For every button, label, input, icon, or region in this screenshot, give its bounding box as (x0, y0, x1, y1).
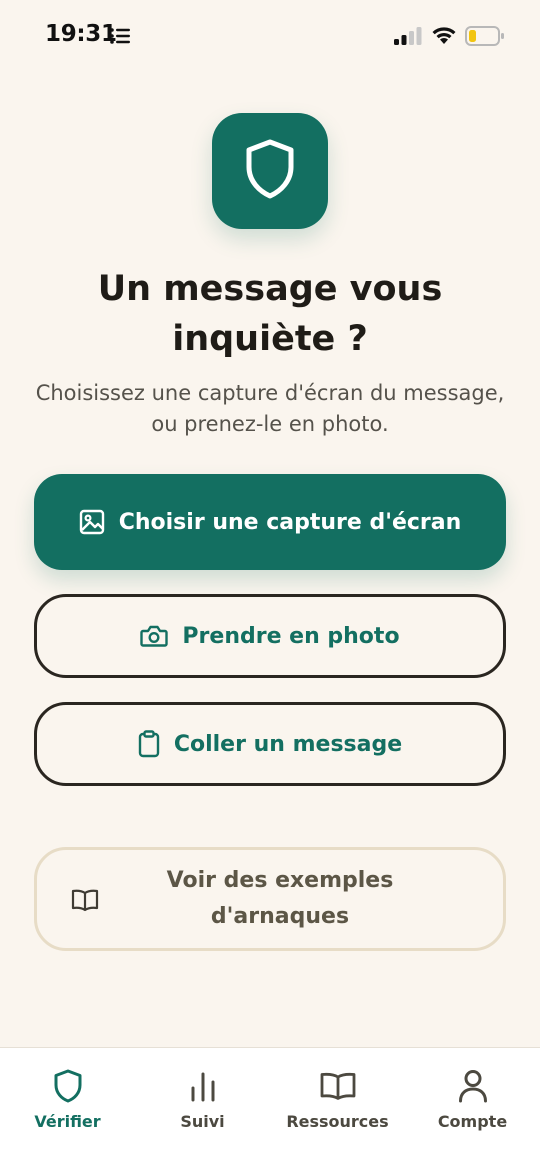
tab-compte-label: Compte (437, 1112, 508, 1131)
page-title-line-2: inquiète ? (172, 319, 368, 359)
book-icon (320, 1068, 356, 1104)
choose-screenshot-label: Choisir une capture d'écran (118, 509, 462, 535)
tab-suivi[interactable]: Suivi (135, 1048, 270, 1148)
tab-compte[interactable]: Compte (405, 1048, 540, 1148)
user-icon (458, 1068, 488, 1104)
scam-examples-label-line-1: Voir des exemples (166, 868, 394, 893)
paste-message-button[interactable]: Coller un message (34, 702, 506, 786)
battery-icon (465, 26, 505, 50)
tab-verifier-label: Vérifier (34, 1112, 101, 1131)
shield-logo-tile (212, 113, 328, 229)
shield-icon (53, 1068, 83, 1104)
scam-examples-button[interactable]: Voir des exemples d'arnaques (34, 847, 506, 951)
wifi-icon (431, 25, 457, 49)
paste-message-label: Coller un message (173, 731, 403, 757)
page-subtitle: Choisissez une capture d'écran du messag… (30, 378, 510, 440)
choose-screenshot-button[interactable]: Choisir une capture d'écran (34, 474, 506, 570)
list-icon (110, 28, 130, 48)
scam-examples-label-line-2: d'arnaques (210, 904, 350, 929)
tab-suivi-label: Suivi (180, 1112, 225, 1131)
shield-icon (244, 139, 296, 203)
take-photo-button[interactable]: Prendre en photo (34, 594, 506, 678)
image-icon (79, 509, 105, 535)
book-icon (71, 888, 99, 912)
scam-examples-label: Voir des exemples d'arnaques (167, 863, 394, 935)
tab-ressources-label: Ressources (286, 1112, 389, 1131)
page-title-line-1: Un message vous (97, 269, 443, 309)
status-bar: 19:31 (0, 0, 540, 70)
page-subtitle-line-2: ou prenez-le en photo. (151, 412, 389, 436)
page-subtitle-line-1: Choisissez une capture d'écran du messag… (35, 381, 505, 405)
verify-screen: 19:31 Un message vous inquiète ? Choisis… (0, 0, 540, 1169)
tab-verifier[interactable]: Vérifier (0, 1048, 135, 1148)
tab-ressources[interactable]: Ressources (270, 1048, 405, 1148)
clipboard-icon (138, 730, 160, 758)
bar-chart-icon (189, 1068, 217, 1104)
cellular-signal-icon (394, 27, 422, 51)
take-photo-label: Prendre en photo (182, 623, 400, 649)
page-title: Un message vous inquiète ? (0, 264, 540, 364)
bottom-tab-bar: Vérifier Suivi Ressources Compte (0, 1047, 540, 1169)
camera-icon (140, 624, 169, 648)
status-time: 19:31 (45, 21, 117, 47)
